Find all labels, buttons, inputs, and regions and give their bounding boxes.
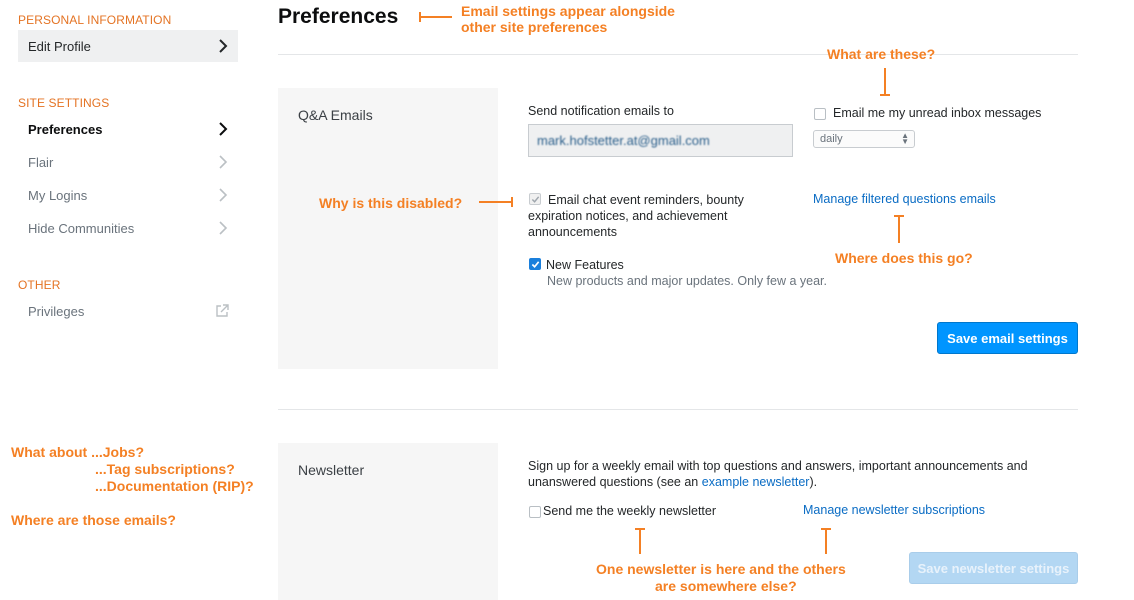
check-icon bbox=[531, 261, 540, 268]
unread-inbox-checkbox[interactable] bbox=[814, 108, 826, 120]
annotation-cap bbox=[880, 94, 890, 96]
weekly-newsletter-checkbox[interactable] bbox=[529, 506, 541, 518]
new-features-checkbox[interactable] bbox=[529, 258, 541, 270]
sidebar-item-privileges[interactable]: Privileges bbox=[18, 295, 238, 327]
annotation-where-go: Where does this go? bbox=[835, 250, 973, 266]
sidebar-item-label: Privileges bbox=[28, 303, 85, 319]
annotation-jobs: What about ...Jobs? bbox=[11, 444, 144, 460]
newsletter-description-end: ). bbox=[809, 475, 818, 489]
manage-filtered-emails-link[interactable]: Manage filtered questions emails bbox=[813, 192, 996, 206]
annotation-line bbox=[898, 215, 900, 243]
sidebar-item-edit-profile[interactable]: Edit Profile bbox=[18, 30, 238, 62]
annotation-line bbox=[825, 528, 827, 554]
chevron-right-icon bbox=[219, 188, 228, 202]
send-notifications-label: Send notification emails to bbox=[528, 104, 674, 118]
site-settings-heading: SITE SETTINGS bbox=[18, 96, 110, 110]
save-newsletter-settings-button[interactable]: Save newsletter settings bbox=[909, 552, 1078, 584]
new-features-description: New products and major updates. Only few… bbox=[547, 274, 828, 288]
select-arrows-icon: ▲ ▼ bbox=[901, 131, 909, 146]
frequency-value: daily bbox=[820, 133, 843, 145]
annotation-cap bbox=[419, 12, 421, 22]
annotation-line bbox=[479, 201, 512, 203]
sidebar-item-flair[interactable]: Flair bbox=[18, 146, 238, 178]
annotation-where-emails: Where are those emails? bbox=[11, 512, 176, 528]
unread-inbox-label: Email me my unread inbox messages bbox=[833, 106, 1042, 120]
annotation-tags: ...Tag subscriptions? bbox=[95, 461, 235, 477]
qa-emails-panel: Q&A Emails bbox=[278, 88, 498, 369]
chat-reminders-label: Email chat event reminders, bounty expir… bbox=[528, 193, 744, 239]
sidebar-item-hide-communities[interactable]: Hide Communities bbox=[18, 212, 238, 244]
sidebar-item-label: Hide Communities bbox=[28, 220, 135, 236]
manage-newsletter-subscriptions-link[interactable]: Manage newsletter subscriptions bbox=[803, 503, 985, 517]
annotation-why-disabled: Why is this disabled? bbox=[319, 195, 463, 211]
external-link-icon bbox=[216, 304, 229, 317]
sidebar-item-label: Edit Profile bbox=[28, 38, 91, 54]
example-newsletter-link[interactable]: example newsletter bbox=[702, 475, 810, 489]
annotation-line bbox=[884, 68, 886, 95]
annotation-alongside-line2: other site preferences bbox=[461, 19, 608, 35]
newsletter-panel: Newsletter bbox=[278, 443, 498, 600]
sidebar-item-my-logins[interactable]: My Logins bbox=[18, 179, 238, 211]
chevron-right-icon bbox=[219, 221, 228, 235]
sidebar-item-label: Preferences bbox=[28, 121, 103, 137]
annotation-line bbox=[419, 16, 452, 18]
page-title: Preferences bbox=[278, 5, 399, 28]
qa-emails-title: Q&A Emails bbox=[298, 107, 373, 123]
annotation-docs: ...Documentation (RIP)? bbox=[95, 478, 254, 494]
chevron-right-icon bbox=[219, 39, 228, 53]
personal-info-heading: PERSONAL INFORMATION bbox=[18, 13, 172, 27]
frequency-select[interactable]: daily ▲ ▼ bbox=[813, 130, 915, 148]
annotation-cap bbox=[511, 197, 513, 207]
annotation-what-are-these: What are these? bbox=[827, 46, 936, 62]
newsletter-title: Newsletter bbox=[298, 462, 365, 478]
chevron-right-icon bbox=[219, 122, 228, 136]
weekly-newsletter-label: Send me the weekly newsletter bbox=[543, 504, 717, 518]
annotation-alongside-line1: Email settings appear alongside bbox=[461, 3, 675, 19]
divider bbox=[278, 409, 1078, 410]
annotation-newsletter-line2: are somewhere else? bbox=[655, 578, 797, 594]
other-heading: OTHER bbox=[18, 278, 61, 292]
sidebar-item-preferences[interactable]: Preferences bbox=[18, 113, 238, 145]
new-features-label: New Features bbox=[546, 258, 624, 272]
divider bbox=[278, 54, 1078, 55]
annotation-line bbox=[639, 528, 641, 554]
chevron-right-icon bbox=[219, 155, 228, 169]
save-email-settings-button[interactable]: Save email settings bbox=[937, 322, 1078, 354]
sidebar-item-label: My Logins bbox=[28, 187, 88, 203]
email-value: mark.hofstetter.at@gmail.com bbox=[537, 133, 710, 148]
annotation-newsletter-line1: One newsletter is here and the others bbox=[596, 561, 846, 577]
newsletter-description: Sign up for a weekly email with top ques… bbox=[528, 458, 1068, 490]
sidebar-item-label: Flair bbox=[28, 154, 54, 170]
email-field[interactable]: mark.hofstetter.at@gmail.com bbox=[528, 124, 793, 157]
